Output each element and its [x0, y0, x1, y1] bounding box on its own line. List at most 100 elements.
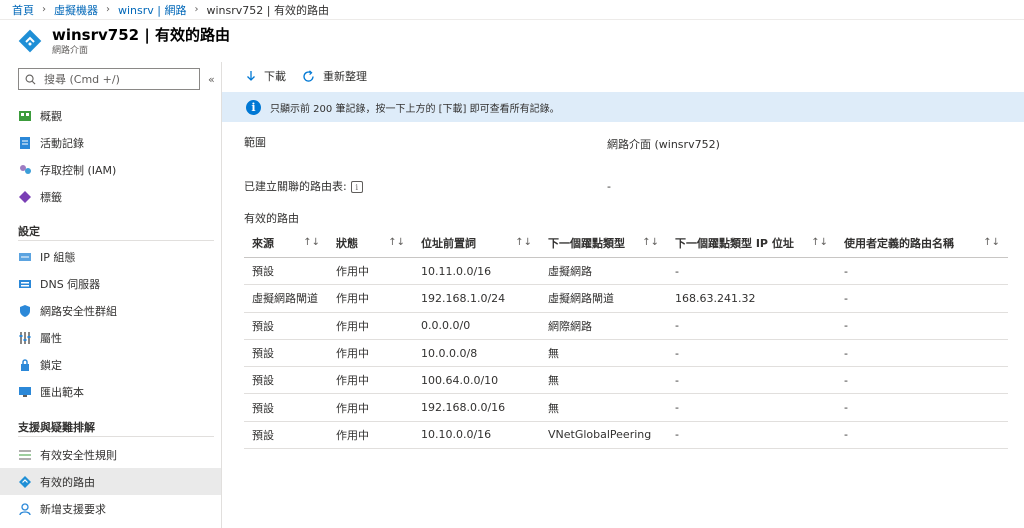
table-cell: 預設: [252, 374, 274, 388]
table-cell: 虛擬網路閘道: [548, 292, 614, 306]
table-cell: 預設: [252, 428, 274, 442]
table-cell: 192.168.0.0/16: [421, 401, 506, 415]
sidebar-item-label: 匯出範本: [40, 385, 84, 399]
column-header-source[interactable]: 來源 ↑↓: [244, 235, 328, 251]
sidebar: 搜尋 (Cmd +/) « 概觀 活動記錄 存取控制 (IAM) 標籤 設定 I…: [0, 62, 222, 528]
table-cell: 預設: [252, 319, 274, 333]
sidebar-item-new-support-request[interactable]: 新增支援要求: [0, 495, 221, 522]
search-placeholder: 搜尋 (Cmd +/): [44, 73, 120, 86]
table-cell: -: [844, 264, 848, 278]
sidebar-item-effective-routes[interactable]: 有效的路由: [0, 468, 221, 495]
table-row[interactable]: 預設 作用中 100.64.0.0/10 無 - -: [244, 367, 1008, 395]
lock-icon: [18, 358, 32, 372]
column-header-next-hop-ip[interactable]: 下一個躍點類型 IP 位址 ↑↓: [667, 235, 836, 251]
route-table-value: -: [607, 180, 611, 193]
search-icon: [25, 74, 36, 84]
sidebar-item-label: DNS 伺服器: [40, 277, 101, 291]
scope-label: 範圍: [244, 136, 266, 149]
table-row[interactable]: 預設 作用中 10.10.0.0/16 VNetGlobalPeering - -: [244, 422, 1008, 450]
sidebar-item-label: 新增支援要求: [40, 502, 106, 516]
column-header-address-prefix[interactable]: 位址前置詞 ↑↓: [413, 235, 540, 251]
breadcrumb-home[interactable]: 首頁: [12, 2, 34, 18]
sidebar-item-export-template[interactable]: 匯出範本: [0, 378, 221, 405]
sidebar-item-label: 網路安全性群組: [40, 304, 117, 318]
sidebar-item-properties[interactable]: 屬性: [0, 324, 221, 351]
table-cell: 預設: [252, 401, 274, 415]
properties-icon: [18, 331, 32, 345]
routes-table: 來源 ↑↓ 狀態 ↑↓ 位址前置詞 ↑↓ 下一個躍點類型 ↑↓ 下一個躍點類型 IP 位…: [244, 228, 1008, 450]
table-cell: -: [675, 319, 679, 333]
info-icon: i: [246, 99, 261, 115]
scope-value: 網路介面 (winsrv752): [607, 138, 720, 151]
table-cell: 192.168.1.0/24: [421, 291, 506, 305]
column-header-udr-name[interactable]: 使用者定義的路由名稱 ↑↓: [836, 235, 1008, 251]
table-cell: 無: [548, 374, 559, 388]
settings-heading: 設定: [18, 225, 40, 238]
table-row[interactable]: 預設 作用中 0.0.0.0/0 網際網路 - -: [244, 313, 1008, 340]
table-cell: 作用中: [336, 347, 369, 361]
table-row[interactable]: 預設 作用中 10.11.0.0/16 虛擬網路 - -: [244, 258, 1008, 286]
column-header-next-hop-type[interactable]: 下一個躍點類型 ↑↓: [540, 235, 667, 251]
route-table-label: 已建立關聯的路由表: i: [244, 178, 363, 194]
security-rules-icon: [18, 448, 32, 462]
sort-icon: ↑↓: [811, 237, 828, 248]
sidebar-item-overview[interactable]: 概觀: [0, 102, 221, 129]
table-cell: 無: [548, 401, 559, 415]
export-template-icon: [18, 385, 32, 399]
table-cell: 作用中: [336, 265, 369, 279]
sidebar-item-label: 屬性: [40, 331, 62, 345]
support-icon: [18, 502, 32, 516]
column-header-state[interactable]: 狀態 ↑↓: [328, 235, 413, 251]
sidebar-item-dns[interactable]: DNS 伺服器: [0, 270, 221, 297]
sidebar-item-security-rules[interactable]: 有效安全性規則: [0, 441, 221, 468]
table-cell: 10.0.0.0/8: [421, 346, 478, 360]
table-cell: -: [844, 401, 848, 415]
page-header: winsrv752 | 有效的路由 網路介面: [0, 20, 1024, 62]
sidebar-item-nsg[interactable]: 網路安全性群組: [0, 297, 221, 324]
sidebar-item-label: 有效安全性規則: [40, 448, 117, 462]
collapse-sidebar-button[interactable]: «: [208, 73, 215, 86]
sort-icon: ↑↓: [983, 237, 1000, 248]
divider: [18, 436, 214, 437]
sidebar-item-tags[interactable]: 標籤: [0, 183, 221, 210]
sidebar-item-label: 鎖定: [40, 358, 62, 372]
search-input[interactable]: 搜尋 (Cmd +/): [18, 68, 200, 90]
chevron-right-icon: ›: [42, 4, 46, 15]
table-cell: -: [844, 319, 848, 333]
sidebar-item-activity-log[interactable]: 活動記錄: [0, 129, 221, 156]
main-content: 下載 重新整理 i 只顯示前 200 筆記錄，按一下上方的 [下載] 即可查看所…: [222, 62, 1024, 528]
table-cell: -: [844, 346, 848, 360]
sidebar-item-iam[interactable]: 存取控制 (IAM): [0, 156, 221, 183]
table-cell: -: [675, 373, 679, 387]
sidebar-item-label: 存取控制 (IAM): [40, 163, 117, 177]
sort-icon: ↑↓: [515, 237, 532, 248]
chevron-right-icon: ›: [106, 4, 110, 15]
routes-icon: [18, 475, 32, 489]
refresh-icon: [302, 69, 315, 83]
table-cell: 作用中: [336, 428, 369, 442]
table-cell: -: [844, 428, 848, 442]
download-button[interactable]: 下載: [246, 68, 286, 84]
table-cell: 0.0.0.0/0: [421, 319, 471, 333]
sidebar-item-lock[interactable]: 鎖定: [0, 351, 221, 378]
table-row[interactable]: 虛擬網路閘道 作用中 192.168.1.0/24 虛擬網路閘道 168.63.241.…: [244, 285, 1008, 313]
table-cell: 作用中: [336, 319, 369, 333]
info-banner: i 只顯示前 200 筆記錄，按一下上方的 [下載] 即可查看所有記錄。: [222, 92, 1024, 122]
table-cell: -: [844, 373, 848, 387]
sidebar-item-ip-config[interactable]: IP 組態: [0, 243, 221, 270]
table-row[interactable]: 預設 作用中 192.168.0.0/16 無 - -: [244, 394, 1008, 422]
table-cell: -: [675, 401, 679, 415]
table-row[interactable]: 預設 作用中 10.0.0.0/8 無 - -: [244, 340, 1008, 368]
page-title: winsrv752 | 有效的路由: [52, 25, 231, 44]
tag-icon: [18, 190, 32, 204]
activity-log-icon: [18, 136, 32, 150]
chevron-right-icon: ›: [194, 4, 199, 15]
dns-icon: [18, 277, 32, 291]
table-cell: 168.63.241.32: [675, 291, 756, 305]
breadcrumb-vms[interactable]: 虛擬機器: [54, 2, 98, 18]
refresh-button[interactable]: 重新整理: [302, 68, 367, 84]
table-cell: 100.64.0.0/10: [421, 373, 499, 387]
breadcrumb-network[interactable]: winsrv | 網路: [118, 2, 187, 18]
info-icon[interactable]: i: [350, 181, 363, 193]
sort-icon: ↑↓: [303, 237, 320, 248]
